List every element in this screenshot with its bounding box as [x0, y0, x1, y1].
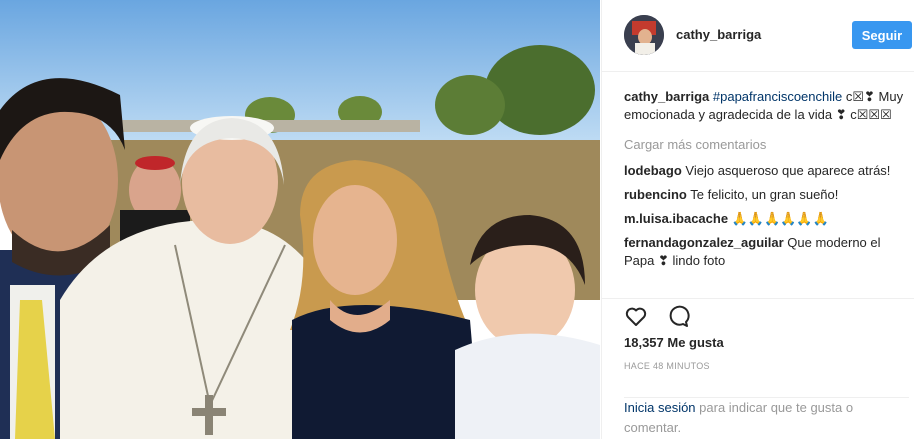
follow-button[interactable]: Seguir	[852, 21, 912, 49]
comment-item: m.luisa.ibacache 🙏🙏🙏🙏🙏🙏	[624, 210, 909, 228]
comment-item: lodebago Viejo asqueroso que aparece atr…	[624, 162, 909, 180]
caption: cathy_barriga #papafranciscoenchile c☒❣ …	[624, 88, 909, 124]
comment-item: fernandagonzalez_aguilar Que moderno el …	[624, 234, 909, 270]
post-image	[0, 0, 600, 439]
comment-item: rubencino Te felicito, un gran sueño!	[624, 186, 909, 204]
comment-username[interactable]: m.luisa.ibacache	[624, 211, 728, 226]
post-sidebar: cathy_barriga Seguir cathy_barriga #papa…	[601, 0, 914, 439]
post-timestamp: HACE 48 MINUTOS	[624, 361, 710, 371]
comment-text: Viejo asqueroso que aparece atrás!	[685, 163, 891, 178]
comment-text: 🙏🙏🙏🙏🙏🙏	[731, 211, 829, 226]
post-photo[interactable]	[0, 0, 600, 439]
caption-hashtag[interactable]: #papafranciscoenchile	[713, 89, 842, 104]
login-prompt: Inicia sesión para indicar que te gusta …	[624, 397, 909, 438]
comments-list[interactable]: cathy_barriga #papafranciscoenchile c☒❣ …	[624, 88, 909, 296]
load-more-comments-button[interactable]: Cargar más comentarios	[624, 136, 909, 154]
caption-username[interactable]: cathy_barriga	[624, 89, 709, 104]
post-header: cathy_barriga Seguir	[602, 0, 914, 72]
post-actions: 18,357 Me gusta HACE 48 MINUTOS	[602, 298, 914, 409]
avatar[interactable]	[624, 15, 664, 55]
comment-text: Te felicito, un gran sueño!	[690, 187, 839, 202]
comment-username[interactable]: fernandagonzalez_aguilar	[624, 235, 784, 250]
comment-username[interactable]: rubencino	[624, 187, 687, 202]
heart-icon[interactable]	[624, 304, 648, 328]
post-username[interactable]: cathy_barriga	[676, 27, 761, 42]
likes-count[interactable]: 18,357 Me gusta	[624, 335, 724, 350]
comment-icon[interactable]	[666, 304, 690, 328]
comment-username[interactable]: lodebago	[624, 163, 682, 178]
login-link[interactable]: Inicia sesión	[624, 400, 696, 415]
avatar-image	[624, 15, 664, 55]
